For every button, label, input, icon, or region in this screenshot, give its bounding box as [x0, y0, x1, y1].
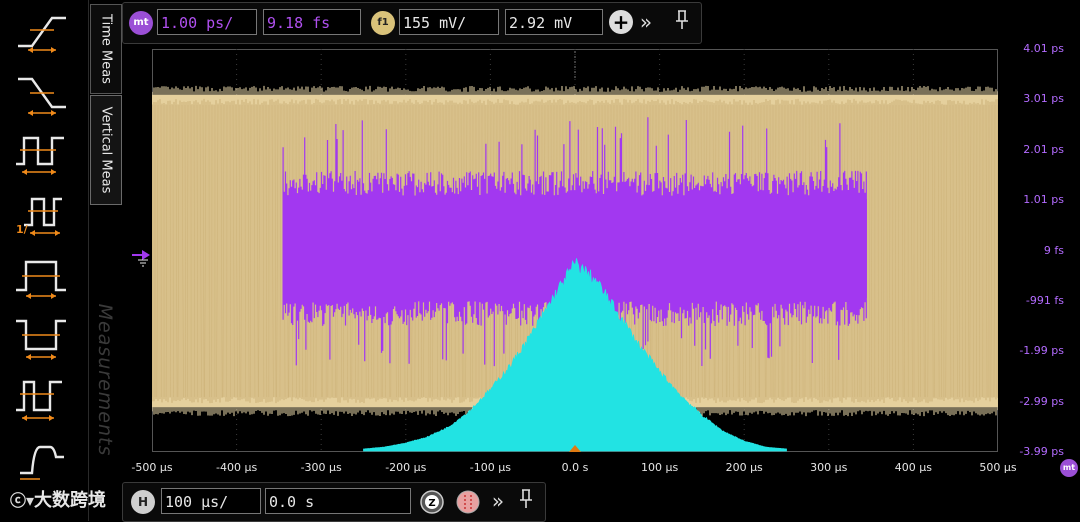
double-chevron-right-icon[interactable]: »	[635, 9, 657, 35]
frequency-button[interactable]: 1/	[10, 189, 74, 241]
y-axis-tick-label: 9 fs	[1043, 243, 1064, 257]
tab-vertical-meas[interactable]: Vertical Meas	[90, 95, 122, 205]
rise-time-icon	[18, 16, 66, 53]
tab-vertical-meas-label: Vertical Meas	[98, 106, 114, 194]
duty-cycle-icon	[16, 380, 62, 421]
y-axis-tick-label: -991 fs	[1025, 293, 1064, 307]
x-axis-mt-badge[interactable]: mt	[1060, 459, 1078, 477]
vertical-scale-field[interactable]: 155 mV/	[399, 9, 499, 35]
x-axis-tick-label: -400 µs	[215, 461, 258, 474]
horizontal-position-field[interactable]: 0.0 s	[265, 488, 411, 514]
negative-width-button[interactable]	[10, 311, 74, 363]
waveform-plot	[152, 49, 998, 452]
x-axis-tick-label: 500 µs	[979, 461, 1017, 474]
fall-time-icon	[18, 77, 66, 116]
mt-badge[interactable]: mt	[129, 11, 153, 35]
double-chevron-right-icon[interactable]: »	[487, 488, 509, 514]
watermark-logo: ⓒ▾大数跨境	[10, 486, 106, 512]
x-axis-tick-label: 300 µs	[810, 461, 848, 474]
frequency-label: 1/	[16, 223, 28, 236]
rise-time-button[interactable]	[10, 6, 74, 58]
period-button[interactable]	[10, 128, 74, 180]
positive-width-button[interactable]	[10, 250, 74, 302]
y-axis-tick-label: -1.99 ps	[1019, 344, 1064, 358]
y-axis-tick-label: 2.01 ps	[1023, 142, 1064, 156]
y-axis-tick-label: -3.99 ps	[1019, 445, 1064, 458]
period-icon	[16, 136, 64, 175]
duty-cycle-button[interactable]	[10, 372, 74, 424]
fall-time-button[interactable]	[10, 67, 74, 119]
tab-time-meas[interactable]: Time Meas	[90, 4, 122, 94]
pin-icon[interactable]	[515, 488, 537, 516]
x-axis-tick-label: -500 µs	[131, 461, 173, 474]
plus-icon[interactable]: +	[609, 10, 633, 34]
measurements-label: Measurements	[94, 303, 116, 457]
x-axis-tick-label: -300 µs	[300, 461, 342, 474]
vertical-offset-field[interactable]: 2.92 mV	[505, 9, 603, 35]
y-axis-tick-label: -2.99 ps	[1019, 394, 1064, 408]
horizontal-control-bar: H 100 µs/ 0.0 s Z »	[122, 482, 546, 522]
acquire-icon[interactable]	[455, 489, 481, 515]
f1-badge[interactable]: f1	[371, 11, 395, 35]
x-axis-tick-label: 100 µs	[640, 461, 679, 474]
x-axis-tick-label: -100 µs	[469, 461, 511, 474]
x-axis-tick-label: 0.0 s	[561, 461, 589, 474]
measurements-panel-label: Measurements	[92, 280, 118, 480]
reference-marker-icon[interactable]	[128, 246, 152, 268]
watermark-text: 大数跨境	[34, 490, 107, 511]
x-axis-tick-label: -200 µs	[385, 461, 427, 474]
y-axis-tick-label: 1.01 ps	[1023, 193, 1064, 207]
tab-time-meas-label: Time Meas	[98, 14, 114, 84]
watermark-logo-icon: ⓒ▾	[10, 491, 35, 510]
edge-time-icon	[20, 445, 64, 480]
timebase-control-bar: mt 1.00 ps/ 9.18 fs f1 155 mV/ 2.92 mV +…	[122, 2, 702, 44]
svg-text:Z: Z	[428, 498, 435, 509]
positive-width-icon	[16, 260, 66, 299]
y-axis-tick-label: 4.01 ps	[1023, 42, 1064, 55]
horizontal-scale-field[interactable]: 100 µs/	[161, 488, 261, 514]
negative-width-icon	[16, 319, 66, 360]
x-axis-tick-label: 200 µs	[725, 461, 763, 474]
horizontal-badge[interactable]: H	[131, 490, 155, 514]
y-axis-tick-label: 3.01 ps	[1023, 92, 1064, 106]
pin-icon[interactable]	[671, 9, 693, 37]
edge-time-button[interactable]	[10, 433, 74, 485]
zoom-icon[interactable]: Z	[419, 489, 445, 515]
scale-field[interactable]: 1.00 ps/	[157, 9, 257, 35]
offset-field[interactable]: 9.18 fs	[263, 9, 361, 35]
x-axis-tick-label: 400 µs	[894, 461, 933, 474]
measurement-toolbar: 1/	[0, 0, 89, 521]
